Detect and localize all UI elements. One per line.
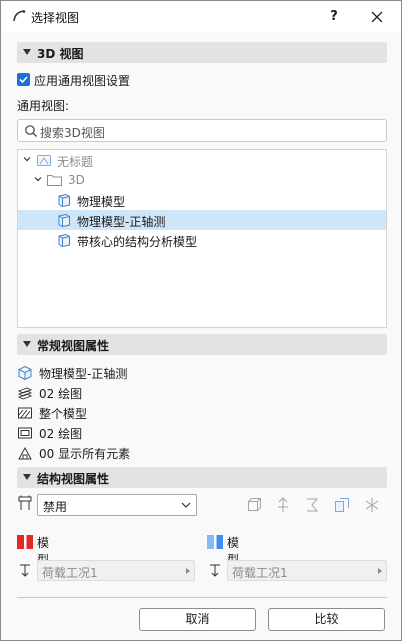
prop-model-filter: 整个模型 — [17, 403, 377, 423]
section-structural-view-props[interactable]: 结构视图属性 — [17, 467, 387, 488]
close-button[interactable] — [365, 7, 389, 27]
use-general-view-checkbox[interactable] — [17, 73, 30, 86]
3d-view-icon — [58, 193, 70, 208]
collapse-arrow-icon — [23, 341, 31, 347]
3d-view-icon — [58, 213, 70, 228]
search-placeholder: 搜索3D视图 — [40, 126, 105, 140]
checkmark-icon — [19, 76, 28, 84]
help-button[interactable]: ? — [323, 7, 345, 27]
collapse-arrow-icon — [23, 474, 31, 480]
search-input[interactable]: 搜索3D视图 — [17, 119, 387, 142]
tree-item-label: 带核心的结构分析模型 — [77, 235, 198, 249]
search-icon — [25, 125, 37, 137]
structure-tool-4-icon[interactable] — [333, 496, 351, 514]
structure-tool-3-icon[interactable] — [303, 496, 321, 514]
prop-pen-set: 02 绘图 — [17, 423, 377, 443]
folder-icon — [47, 175, 62, 186]
load-case-1-selector[interactable]: 荷载工况1 — [37, 560, 195, 581]
chevron-right-icon — [186, 568, 190, 574]
title-bar: 选择视图 ? — [1, 1, 401, 32]
close-icon — [371, 11, 383, 23]
general-views-label: 通用视图: — [17, 99, 70, 113]
tree-item[interactable]: 物理模型 — [18, 190, 386, 210]
prop-text: 00 显示所有元素 — [39, 447, 131, 461]
tree-folder-label: 3D — [68, 173, 85, 187]
section-title: 常规视图属性 — [37, 339, 110, 353]
load-case-icon — [20, 564, 30, 577]
section-3d-views[interactable]: 3D 视图 — [17, 42, 387, 63]
load-case-2-selector[interactable]: 荷载工况1 — [227, 560, 387, 581]
model-filter-icon — [18, 407, 32, 419]
chevron-down-icon[interactable] — [34, 175, 42, 183]
section-general-view-props[interactable]: 常规视图属性 — [17, 334, 387, 355]
view-tree[interactable]: 无标题 3D 物理模型 物理模型-正轴测 带核心的结构分析模型 — [17, 149, 387, 328]
tree-item[interactable]: 带核心的结构分析模型 — [18, 230, 386, 250]
prop-layer-combination: 02 绘图 — [17, 383, 377, 403]
section-title: 3D 视图 — [37, 47, 84, 61]
layers-icon — [17, 387, 33, 400]
tree-root-label: 无标题 — [57, 155, 94, 169]
collapse-arrow-icon — [23, 49, 31, 55]
structure-tool-1-icon[interactable] — [245, 496, 263, 514]
select-view-dialog: 选择视图 ? 3D 视图 应用通用视图设置 通用视图: 搜索3D视图 无标题 3… — [0, 0, 402, 641]
renovation-icon — [18, 446, 32, 460]
load-case-icon — [210, 564, 220, 577]
tree-item-label: 物理模型-正轴测 — [77, 215, 166, 229]
structural-display-icon — [18, 495, 32, 510]
section-title: 结构视图属性 — [37, 472, 110, 486]
chevron-right-icon — [378, 568, 382, 574]
load-case-2: 荷载工况1 — [207, 560, 387, 581]
prop-renovation-filter: 00 显示所有元素 — [17, 443, 377, 463]
prop-text: 整个模型 — [39, 407, 88, 421]
tree-item-selected[interactable]: 物理模型-正轴测 — [18, 210, 386, 230]
structure-tool-5-icon[interactable] — [363, 496, 381, 514]
tree-root[interactable]: 无标题 — [18, 150, 386, 170]
prop-text: 物理模型-正轴测 — [39, 367, 128, 381]
3d-view-icon — [58, 233, 70, 248]
pen-set-icon — [18, 427, 32, 439]
tree-folder-3d[interactable]: 3D — [18, 170, 386, 190]
cancel-button[interactable]: 取消 — [139, 608, 256, 631]
model-2-color-swatch — [207, 535, 223, 549]
chevron-down-icon[interactable] — [23, 155, 31, 163]
window-title: 选择视图 — [31, 11, 80, 25]
project-root-icon — [37, 155, 51, 166]
chevron-down-icon — [181, 502, 191, 508]
prop-view-name: 物理模型-正轴测 — [17, 363, 377, 383]
structure-tool-2-icon[interactable] — [274, 496, 292, 514]
cube-icon — [18, 365, 32, 381]
load-case-1: 荷载工况1 — [17, 560, 195, 581]
prop-text: 02 绘图 — [39, 427, 83, 441]
compare-button[interactable]: 比较 — [268, 608, 385, 631]
model-1-color-swatch — [17, 535, 33, 549]
archicad-app-icon — [13, 10, 26, 22]
structural-mode-dropdown[interactable]: 禁用 — [37, 494, 197, 516]
load-case-value: 荷载工况1 — [42, 566, 98, 580]
load-case-value: 荷载工况1 — [232, 566, 288, 580]
tree-item-label: 物理模型 — [77, 195, 126, 209]
divider — [17, 597, 387, 598]
dropdown-value: 禁用 — [43, 500, 68, 514]
use-general-view-label[interactable]: 应用通用视图设置 — [34, 72, 130, 89]
prop-text: 02 绘图 — [39, 387, 83, 401]
